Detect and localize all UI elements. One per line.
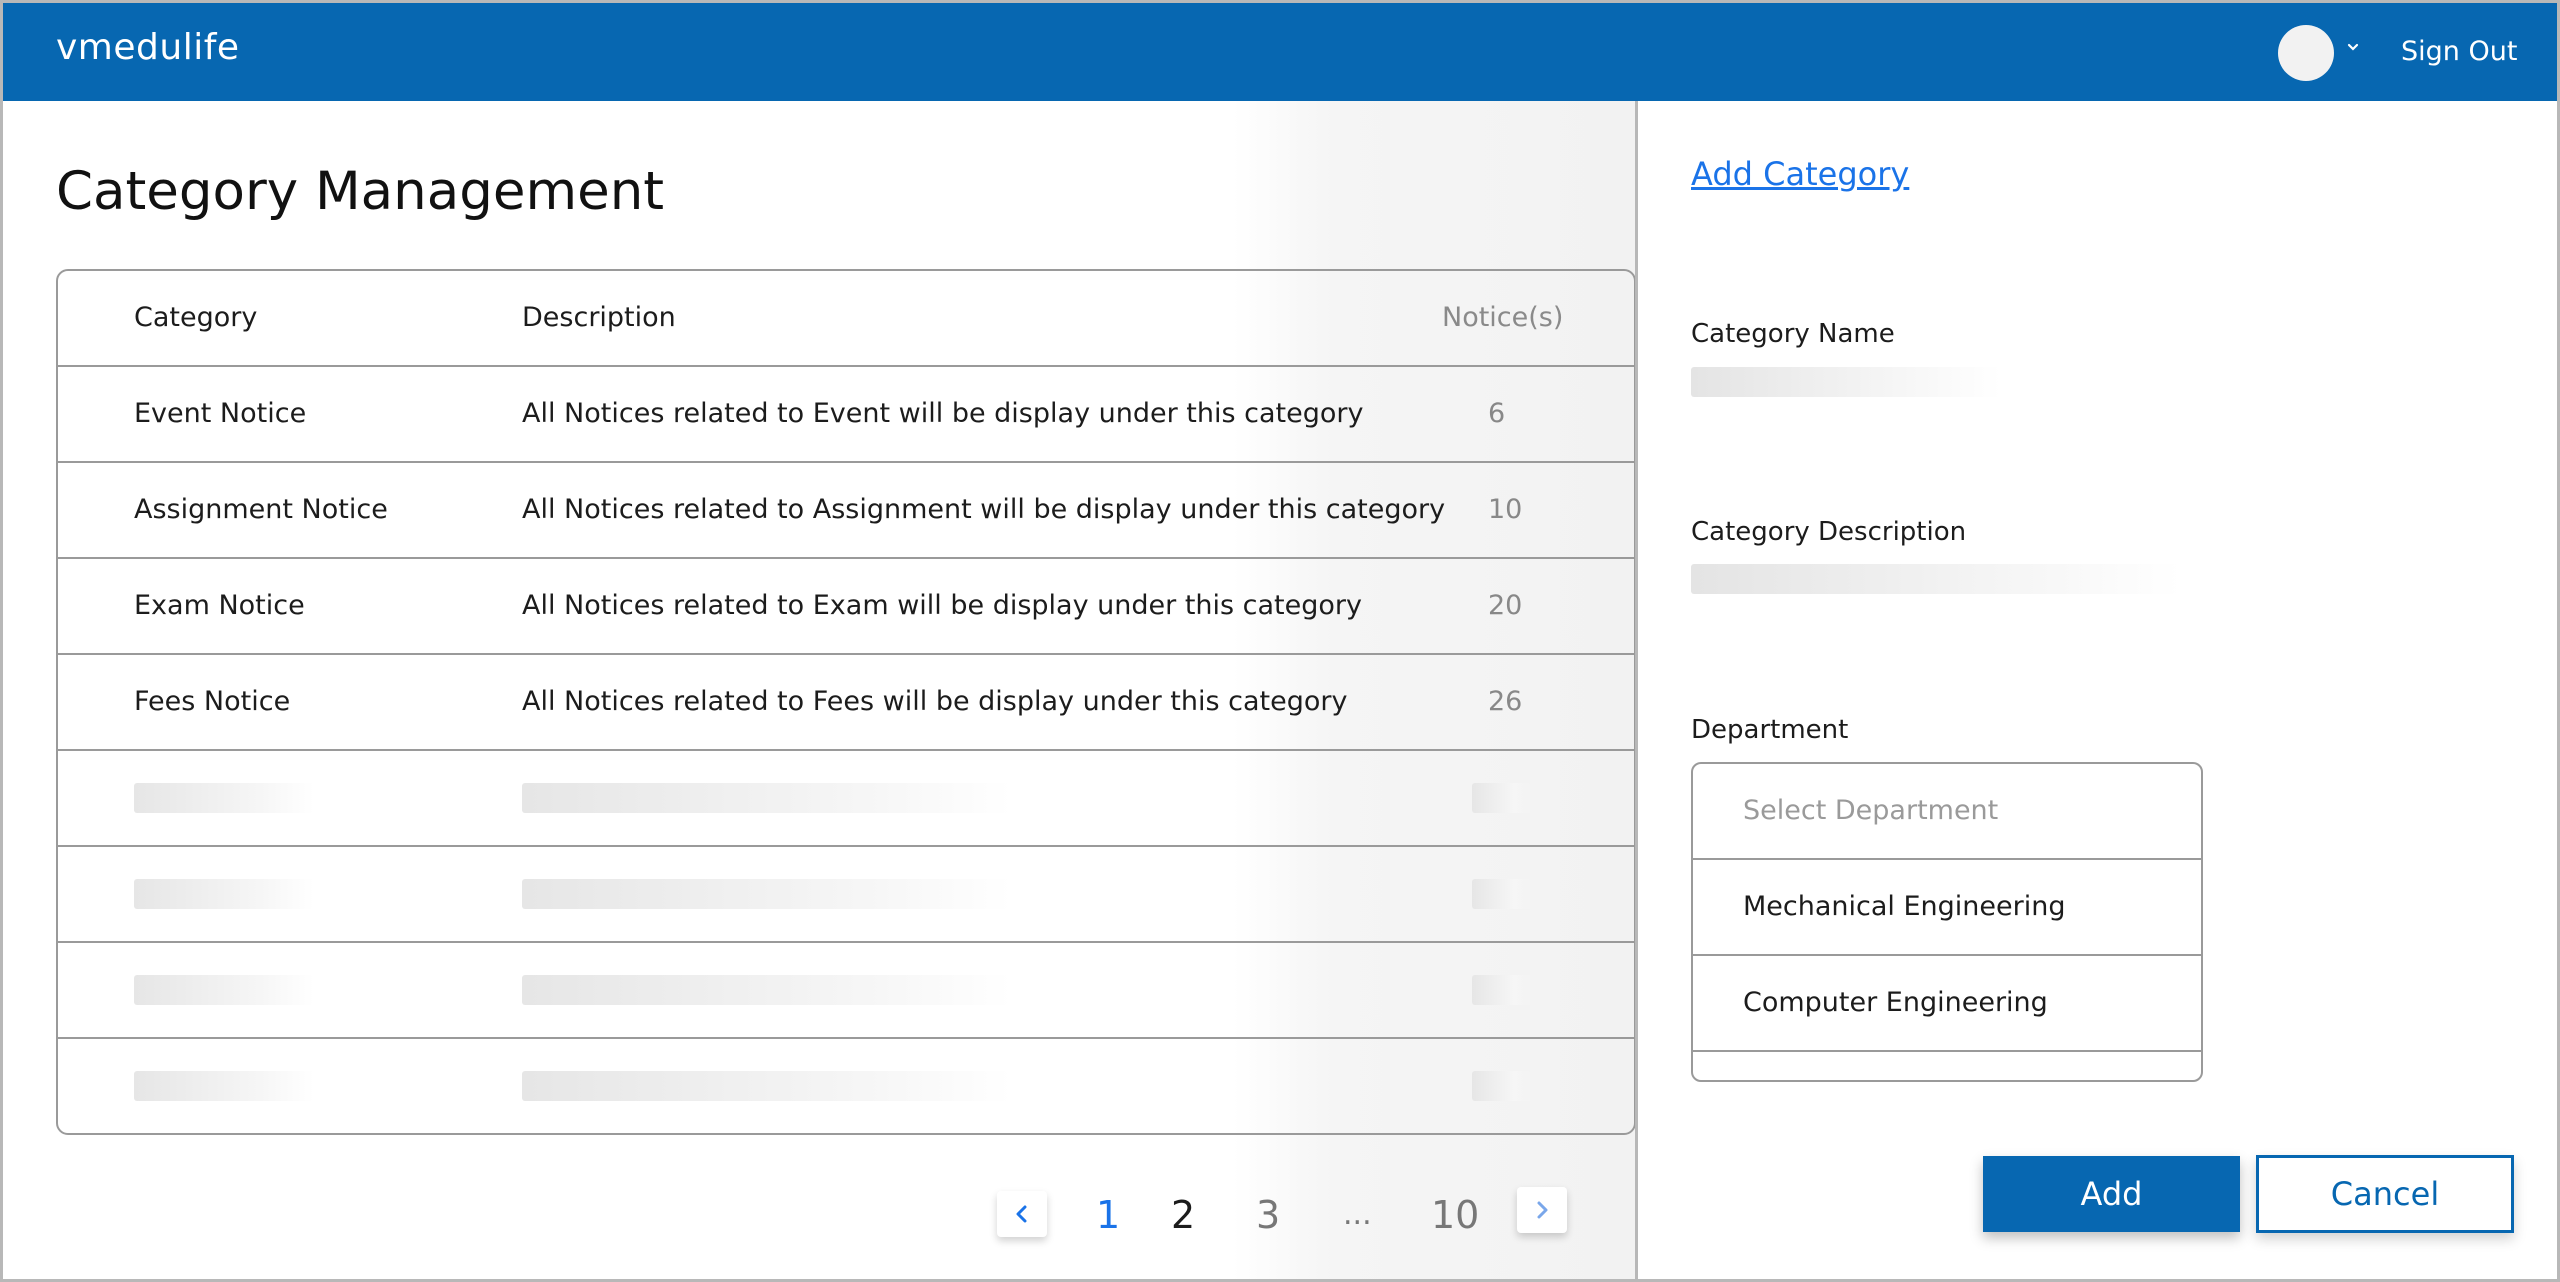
skeleton-bar — [522, 879, 1012, 909]
chevron-down-icon[interactable] — [2343, 37, 2363, 57]
cancel-button[interactable]: Cancel — [2256, 1155, 2514, 1233]
skeleton-bar — [134, 1071, 314, 1101]
category-cell: Fees Notice — [134, 686, 291, 717]
department-option-mechanical[interactable]: Mechanical Engineering — [1693, 860, 2201, 956]
chevron-right-icon — [1537, 1201, 1548, 1219]
skeleton-row — [58, 943, 1634, 1039]
page-title: Category Management — [56, 161, 665, 222]
column-header-notices: Notice(s) — [1442, 302, 1564, 333]
table-row[interactable]: Assignment Notice All Notices related to… — [58, 463, 1634, 559]
page-1[interactable]: 1 — [1096, 1189, 1120, 1241]
table-row[interactable]: Fees Notice All Notices related to Fees … — [58, 655, 1634, 751]
column-header-category: Category — [134, 302, 258, 333]
category-cell: Event Notice — [134, 398, 307, 429]
category-table: Category Description Notice(s) Event Not… — [56, 269, 1636, 1135]
skeleton-bar — [134, 879, 314, 909]
department-label: Department — [1691, 715, 1849, 745]
prev-page-button[interactable] — [997, 1191, 1047, 1237]
skeleton-bar — [1472, 1071, 1532, 1101]
skeleton-bar — [134, 975, 314, 1005]
avatar[interactable] — [2278, 25, 2334, 81]
category-name-label: Category Name — [1691, 319, 1895, 349]
notice-count-cell: 6 — [1488, 398, 1506, 429]
notice-count-cell: 10 — [1488, 494, 1523, 525]
department-select-placeholder[interactable]: Select Department — [1693, 764, 2201, 860]
page-3[interactable]: 3 — [1256, 1189, 1280, 1241]
department-option-computer[interactable]: Computer Engineering — [1693, 956, 2201, 1052]
skeleton-bar — [1472, 879, 1532, 909]
sign-out-link[interactable]: Sign Out — [2401, 36, 2517, 67]
page-10[interactable]: 10 — [1431, 1189, 1479, 1241]
description-cell: All Notices related to Fees will be disp… — [522, 686, 1348, 717]
notice-count-cell: 20 — [1488, 590, 1523, 621]
skeleton-row — [58, 847, 1634, 943]
skeleton-bar — [522, 1071, 1012, 1101]
table-header: Category Description Notice(s) — [58, 271, 1634, 367]
skeleton-bar — [522, 975, 1012, 1005]
category-description-input[interactable] — [1691, 564, 2181, 594]
category-cell: Exam Notice — [134, 590, 305, 621]
table-row[interactable]: Event Notice All Notices related to Even… — [58, 367, 1634, 463]
category-description-label: Category Description — [1691, 517, 1967, 547]
department-dropdown[interactable]: Select Department Mechanical Engineering… — [1691, 762, 2203, 1082]
description-cell: All Notices related to Event will be dis… — [522, 398, 1364, 429]
page-ellipsis: ... — [1343, 1197, 1372, 1232]
add-button[interactable]: Add — [1983, 1156, 2240, 1232]
skeleton-bar — [134, 783, 314, 813]
description-cell: All Notices related to Exam will be disp… — [522, 590, 1362, 621]
page-2[interactable]: 2 — [1171, 1189, 1195, 1241]
skeleton-bar — [1472, 783, 1532, 813]
brand-logo[interactable]: vmedulife — [56, 27, 240, 68]
skeleton-row — [58, 751, 1634, 847]
add-category-title[interactable]: Add Category — [1691, 155, 1909, 193]
skeleton-bar — [522, 783, 1012, 813]
add-category-panel: Add Category Category Name Category Desc… — [1635, 101, 2557, 1279]
category-cell: Assignment Notice — [134, 494, 388, 525]
skeleton-row — [58, 1039, 1634, 1133]
table-row[interactable]: Exam Notice All Notices related to Exam … — [58, 559, 1634, 655]
notice-count-cell: 26 — [1488, 686, 1523, 717]
category-name-input[interactable] — [1691, 367, 2001, 397]
next-page-button[interactable] — [1517, 1187, 1567, 1233]
chevron-left-icon — [1016, 1205, 1027, 1223]
app-window: vmedulife Sign Out Category Management C… — [0, 0, 2560, 1282]
skeleton-bar — [1472, 975, 1532, 1005]
column-header-description: Description — [522, 302, 676, 333]
top-bar: vmedulife Sign Out — [3, 3, 2557, 101]
description-cell: All Notices related to Assignment will b… — [522, 494, 1446, 525]
